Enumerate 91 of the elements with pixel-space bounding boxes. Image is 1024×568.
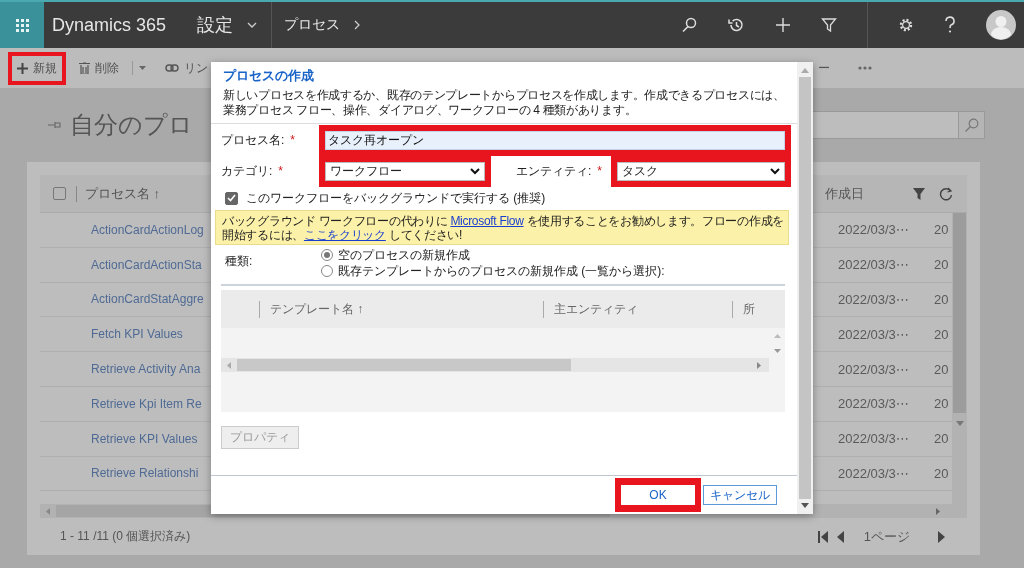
table-cell-text: 20: [934, 465, 950, 481]
avatar-icon[interactable]: [986, 10, 1016, 40]
trash-icon: [79, 62, 90, 74]
process-name-field[interactable]: タスク再オープン: [325, 130, 785, 150]
radio-label[interactable]: 既存テンプレートからのプロセスの新規作成 (一覧から選択):: [338, 262, 665, 280]
column-header[interactable]: 所: [743, 300, 755, 318]
record-count: 1 - 11 /11 (0 個選択済み): [60, 528, 191, 545]
dialog-button[interactable]: キャンセル: [703, 485, 777, 505]
chevron-down-icon: [470, 167, 480, 175]
table-cell-text: 20: [934, 292, 950, 307]
command-button[interactable]: 新規: [12, 55, 62, 81]
table-cell-text: 20: [934, 361, 950, 377]
scroll-up-icon: [773, 333, 781, 338]
page-title[interactable]: 自分のプロ: [70, 109, 193, 141]
refresh-icon[interactable]: [939, 186, 953, 201]
checkmark-icon: [227, 194, 236, 202]
table-cell-text: 20: [934, 222, 950, 238]
page-number: 1ページ: [863, 527, 910, 546]
search-field[interactable]: [812, 111, 959, 139]
checkbox-label[interactable]: このワークフローをバックグラウンドで実行する (推奨): [246, 189, 546, 207]
vertical-scrollbar[interactable]: [797, 62, 813, 514]
field-label: プロセス名:: [221, 131, 285, 149]
select-all-checkbox[interactable]: [53, 187, 66, 200]
plus-icon: [17, 62, 28, 74]
notice-link[interactable]: Microsoft Flow: [450, 214, 524, 228]
chevron-down-icon: [770, 167, 780, 175]
search-icon: [964, 117, 979, 133]
column-header[interactable]: 作成日: [825, 184, 913, 203]
radio-button[interactable]: [321, 249, 333, 261]
waffle-icon: [15, 18, 29, 32]
field-label: エンティティ:: [516, 162, 592, 180]
first-page-icon[interactable]: [817, 530, 829, 543]
scroll-right-icon: [757, 361, 761, 369]
table-cell-text: 2022/03/3⋯: [838, 431, 910, 447]
search-icon[interactable]: [681, 17, 697, 33]
dialog-button[interactable]: OK: [621, 485, 695, 505]
table-cell-text: 20: [934, 257, 950, 273]
app-title[interactable]: Dynamics 365: [52, 14, 197, 36]
horizontal-scrollbar[interactable]: [221, 358, 769, 372]
app-launcher-button[interactable]: [0, 2, 44, 48]
required-mark: *: [597, 164, 602, 178]
table-cell-text: 2022/03/3⋯: [838, 396, 910, 412]
scroll-left-icon: [46, 507, 50, 515]
table-cell-text: 2022/03/3⋯: [838, 326, 910, 342]
field-label: カテゴリ:: [221, 162, 273, 180]
settings-icon[interactable]: [898, 17, 914, 33]
notice-text: バックグラウンド ワークフローの代わりに Microsoft Flow を使用することをお勧めします。フローの作成を開始するには、ここをクリック してください!: [222, 214, 784, 242]
scroll-down-icon: [801, 503, 809, 508]
table-cell-text: 20: [934, 431, 950, 447]
table-cell-text: 2022/03/3⋯: [838, 222, 910, 238]
command-button[interactable]: 削除: [74, 55, 124, 81]
history-icon[interactable]: [727, 16, 745, 34]
category-dropdown[interactable]: ワークフロー: [325, 161, 485, 181]
required-mark: *: [278, 164, 283, 178]
chevron-right-icon: [354, 20, 360, 30]
radio-button[interactable]: [321, 265, 333, 277]
breadcrumb-link[interactable]: プロセス: [284, 16, 360, 34]
column-header[interactable]: 主エンティティ: [554, 300, 732, 318]
command-button[interactable]: リン: [160, 55, 213, 81]
scroll-up-icon: [801, 68, 809, 73]
column-header[interactable]: テンプレート名 ↑: [270, 300, 543, 318]
plus-icon[interactable]: [775, 17, 791, 33]
entity-dropdown[interactable]: タスク: [617, 161, 785, 181]
filter-icon[interactable]: [821, 17, 837, 33]
table-cell-text: 2022/03/3⋯: [838, 361, 910, 377]
table-cell-text: 20: [934, 326, 950, 342]
table-cell-text: 20: [934, 396, 950, 412]
filter-icon[interactable]: [913, 187, 925, 200]
caret-down-icon[interactable]: [139, 66, 146, 70]
scroll-down-icon: [773, 348, 781, 353]
command-label[interactable]: ー: [818, 59, 830, 77]
table-cell-text: 2022/03/3⋯: [838, 257, 910, 273]
scroll-down-icon: [955, 421, 964, 426]
dialog-title: プロセスの作成: [223, 67, 315, 85]
more-icon[interactable]: [858, 66, 872, 70]
previous-page-icon[interactable]: [836, 530, 844, 543]
notice-link[interactable]: ここをクリック: [303, 228, 386, 242]
chevron-down-icon: [247, 22, 257, 28]
scroll-right-icon: [936, 507, 940, 515]
checkbox[interactable]: [225, 191, 238, 205]
table-cell-text: 2022/03/3⋯: [838, 465, 910, 481]
radio-label[interactable]: 空のプロセスの新規作成: [338, 246, 470, 264]
field-label: 種類:: [225, 253, 254, 270]
link-icon: [165, 64, 179, 72]
dialog-description: 新しいプロセスを作成するか、既存のテンプレートからプロセスを作成します。作成できるプロセスには、業務プロセス フロー、操作、ダイアログ、ワークフローの 4 種類があります。: [223, 88, 786, 118]
required-mark: *: [290, 133, 295, 147]
scroll-left-icon: [227, 361, 231, 369]
next-page-icon[interactable]: [938, 530, 945, 543]
table-cell-text: 2022/03/3⋯: [838, 292, 910, 307]
vertical-scrollbar[interactable]: [952, 213, 967, 518]
help-icon[interactable]: [944, 16, 956, 34]
